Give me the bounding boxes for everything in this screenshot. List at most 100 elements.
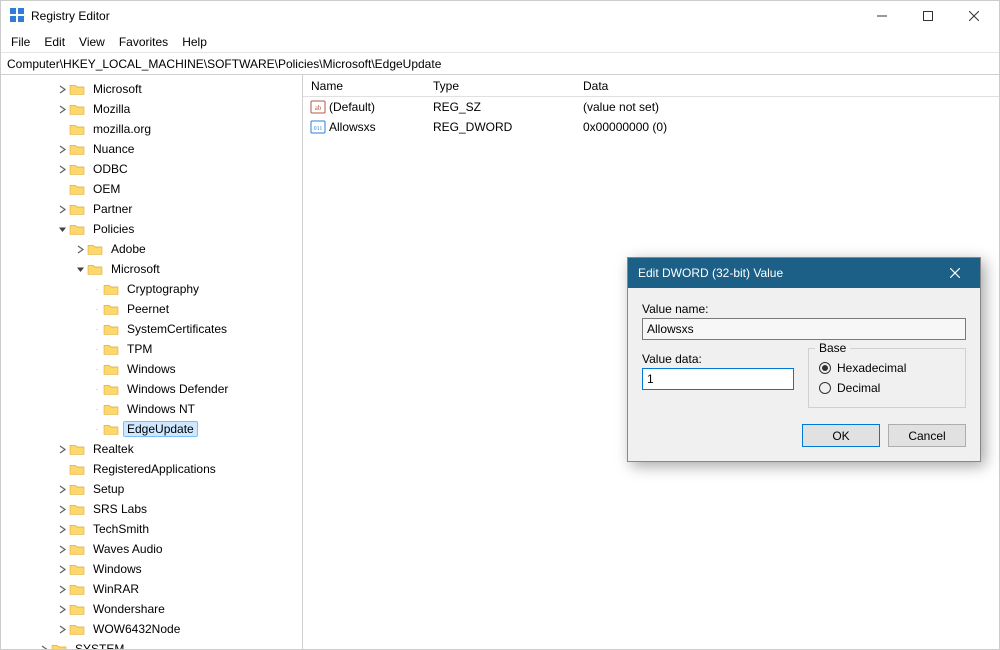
col-data[interactable]: Data [583, 79, 999, 93]
tree-node[interactable]: WOW6432Node [1, 619, 302, 639]
tree-node[interactable]: Policies [1, 219, 302, 239]
tree-node[interactable]: Microsoft [1, 79, 302, 99]
tree-node[interactable]: · TPM [1, 339, 302, 359]
chevron-right-icon[interactable] [55, 105, 69, 114]
chevron-right-icon[interactable] [55, 625, 69, 634]
tree-pane[interactable]: Microsoft Mozillamozilla.orgNuanceODBC OEM… [1, 75, 303, 649]
tree-node-label: Realtek [89, 441, 138, 457]
tree-node[interactable]: OEM [1, 179, 302, 199]
folder-icon [69, 182, 85, 196]
tree-node[interactable]: Microsoft [1, 259, 302, 279]
tree-node[interactable]: ·Windows Defender [1, 379, 302, 399]
folder-icon [69, 162, 85, 176]
chevron-right-icon[interactable] [73, 245, 87, 254]
tree-node[interactable]: Setup [1, 479, 302, 499]
chevron-right-icon[interactable] [55, 545, 69, 554]
dialog-titlebar[interactable]: Edit DWORD (32-bit) Value [628, 258, 980, 288]
app-window: Registry Editor File Edit View Favorites… [0, 0, 1000, 650]
chevron-right-icon[interactable] [55, 165, 69, 174]
close-button[interactable] [951, 1, 997, 31]
value-name-input[interactable] [642, 318, 966, 340]
chevron-right-icon[interactable] [37, 645, 51, 650]
col-name[interactable]: Name [303, 79, 433, 93]
chevron-right-icon[interactable] [55, 585, 69, 594]
folder-icon [87, 262, 103, 276]
menu-bar: File Edit View Favorites Help [1, 31, 999, 53]
cancel-button[interactable]: Cancel [888, 424, 966, 447]
tree-node-label: OEM [89, 181, 124, 197]
tree-node-label: TPM [123, 341, 156, 357]
tree-node-label: Cryptography [123, 281, 203, 297]
radio-hex-label: Hexadecimal [837, 361, 906, 375]
maximize-button[interactable] [905, 1, 951, 31]
tree-node[interactable]: Mozilla [1, 99, 302, 119]
tree-node[interactable]: Windows [1, 559, 302, 579]
tree-node[interactable]: WinRAR [1, 579, 302, 599]
tree-node[interactable]: ·Cryptography [1, 279, 302, 299]
chevron-right-icon[interactable] [55, 605, 69, 614]
menu-help[interactable]: Help [176, 33, 213, 51]
base-group: Base Hexadecimal Decimal [808, 348, 966, 408]
app-icon [9, 7, 25, 26]
dialog-close-button[interactable] [940, 258, 970, 288]
chevron-right-icon[interactable] [55, 505, 69, 514]
tree-connector: · [91, 364, 103, 375]
tree-node-label: Partner [89, 201, 136, 217]
tree-node[interactable]: Adobe [1, 239, 302, 259]
folder-icon [51, 642, 67, 649]
radio-dec[interactable]: Decimal [819, 381, 955, 395]
svg-text:ab: ab [315, 104, 322, 112]
menu-file[interactable]: File [5, 33, 36, 51]
dialog-title: Edit DWORD (32-bit) Value [638, 266, 783, 280]
tree-node[interactable]: ·Windows NT [1, 399, 302, 419]
list-pane: Name Type Data ab(Default)REG_SZ(value n… [303, 75, 999, 649]
tree-node-label: Adobe [107, 241, 150, 257]
chevron-right-icon[interactable] [55, 205, 69, 214]
chevron-right-icon[interactable] [55, 565, 69, 574]
tree-node[interactable]: SRS Labs [1, 499, 302, 519]
tree-node[interactable]: Realtek [1, 439, 302, 459]
menu-favorites[interactable]: Favorites [113, 33, 174, 51]
folder-icon [103, 422, 119, 436]
chevron-right-icon[interactable] [55, 85, 69, 94]
col-type[interactable]: Type [433, 79, 583, 93]
tree-node[interactable]: ·Peernet [1, 299, 302, 319]
list-row[interactable]: 011AllowsxsREG_DWORD0x00000000 (0) [303, 117, 999, 137]
tree-node[interactable]: Nuance [1, 139, 302, 159]
tree-node[interactable]: ·EdgeUpdate [1, 419, 302, 439]
chevron-down-icon[interactable] [73, 265, 87, 274]
chevron-right-icon[interactable] [55, 525, 69, 534]
tree-node[interactable]: ·Windows [1, 359, 302, 379]
chevron-down-icon[interactable] [55, 225, 69, 234]
ok-button[interactable]: OK [802, 424, 880, 447]
tree-node[interactable]: mozilla.org [1, 119, 302, 139]
chevron-right-icon[interactable] [55, 485, 69, 494]
value-data-input[interactable] [642, 368, 794, 390]
edit-dword-dialog: Edit DWORD (32-bit) Value Value name: Va… [627, 257, 981, 462]
tree-connector: · [91, 424, 103, 435]
tree-node[interactable]: SYSTEM [1, 639, 302, 649]
folder-icon [69, 622, 85, 636]
address-bar[interactable]: Computer\HKEY_LOCAL_MACHINE\SOFTWARE\Pol… [1, 53, 999, 75]
tree-node[interactable]: Wondershare [1, 599, 302, 619]
folder-icon [69, 142, 85, 156]
tree-node-label: Microsoft [107, 261, 164, 277]
tree-connector: · [91, 344, 103, 355]
tree-node[interactable]: Partner [1, 199, 302, 219]
tree-node[interactable]: TechSmith [1, 519, 302, 539]
tree-node[interactable]: Waves Audio [1, 539, 302, 559]
tree-node-label: SYSTEM [71, 641, 128, 649]
tree-node[interactable]: RegisteredApplications [1, 459, 302, 479]
tree-node-label: WinRAR [89, 581, 143, 597]
minimize-button[interactable] [859, 1, 905, 31]
tree-node[interactable]: ODBC [1, 159, 302, 179]
menu-view[interactable]: View [73, 33, 111, 51]
list-row[interactable]: ab(Default)REG_SZ(value not set) [303, 97, 999, 117]
menu-edit[interactable]: Edit [38, 33, 71, 51]
chevron-right-icon[interactable] [55, 445, 69, 454]
chevron-right-icon[interactable] [55, 145, 69, 154]
folder-icon [69, 542, 85, 556]
tree-node[interactable]: ·SystemCertificates [1, 319, 302, 339]
radio-hex[interactable]: Hexadecimal [819, 361, 955, 375]
tree-node-label: Microsoft [89, 81, 146, 97]
